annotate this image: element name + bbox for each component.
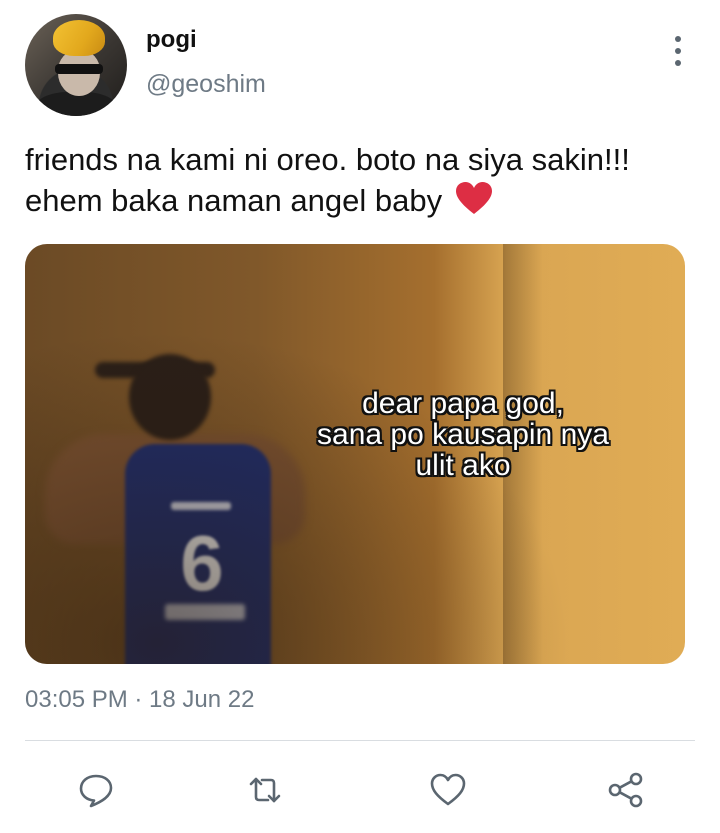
like-button[interactable]: [426, 768, 470, 812]
caption-line-3: ulit ako: [415, 449, 511, 482]
display-name[interactable]: pogi: [146, 26, 197, 54]
tweet-timestamp[interactable]: 03:05 PM · 18 Jun 22: [25, 686, 254, 714]
avatar-hair: [53, 20, 105, 56]
tweet-text: friends na kami ni oreo. boto na siya sa…: [25, 139, 695, 225]
avatar-glasses: [55, 64, 103, 74]
caption-line-1: dear papa god,: [362, 387, 564, 420]
divider: [25, 740, 695, 741]
share-button[interactable]: [604, 768, 648, 812]
more-dot: [675, 48, 681, 54]
share-icon: [608, 772, 643, 808]
more-dot: [675, 36, 681, 42]
reply-icon: [79, 774, 113, 808]
avatar[interactable]: [25, 14, 127, 116]
tweet-media-image[interactable]: 6 dear papa god, sana po kausapin nya ul…: [25, 244, 685, 664]
retweet-button[interactable]: [243, 768, 287, 812]
heart-icon: [430, 773, 466, 806]
caption-line-2: sana po kausapin nya: [317, 418, 609, 451]
reply-button[interactable]: [74, 768, 118, 812]
more-dot: [675, 60, 681, 66]
retweet-icon: [249, 777, 281, 803]
tweet-text-content: friends na kami ni oreo. boto na siya sa…: [25, 142, 630, 218]
more-options-icon[interactable]: [668, 36, 688, 66]
user-handle[interactable]: @geoshim: [146, 70, 266, 99]
media-caption: dear papa god, sana po kausapin nya ulit…: [283, 388, 643, 481]
action-bar: [0, 760, 720, 820]
red-heart-emoji-icon: [455, 181, 493, 225]
